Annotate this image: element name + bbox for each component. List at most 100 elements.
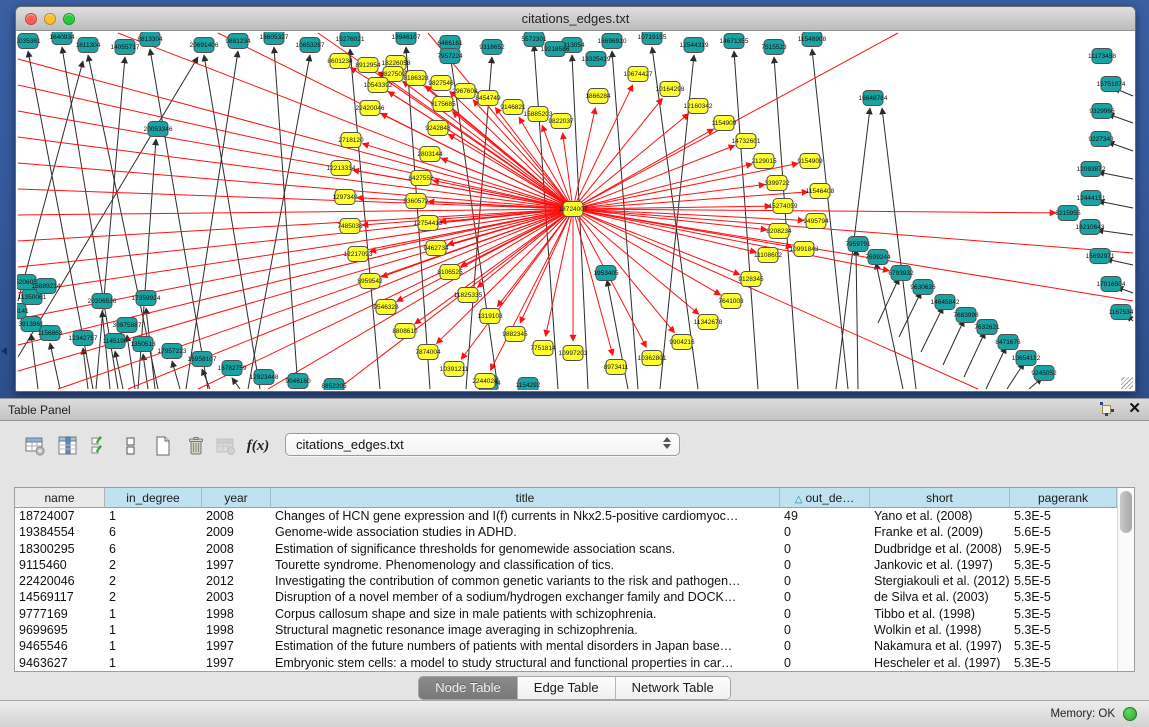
table-cell[interactable]: de Silva et al. (2003) — [870, 589, 1010, 605]
table-cell[interactable]: 0 — [780, 655, 870, 671]
table-cell[interactable]: 0 — [780, 541, 870, 557]
network-canvas[interactable]: 2035361164093418113041405571788133042069… — [17, 32, 1134, 390]
network-node[interactable]: 9630626 — [910, 280, 936, 295]
network-node[interactable]: 8215955 — [1055, 206, 1081, 221]
float-panel-icon[interactable] — [1100, 402, 1114, 416]
network-node[interactable]: 13325419 — [582, 52, 611, 67]
network-node-selected[interactable]: 8427552 — [408, 171, 434, 186]
network-node[interactable]: 10654112 — [1012, 351, 1041, 366]
network-node[interactable]: 8852205 — [321, 379, 347, 391]
network-node[interactable]: 20053346 — [144, 122, 173, 137]
network-node-selected[interactable]: 10391211 — [440, 362, 469, 377]
table-cell[interactable]: Hescheler et al. (1997) — [870, 655, 1010, 671]
table-row[interactable]: 977716911998Corpus callosum shape and si… — [15, 606, 1117, 622]
network-node-selected[interactable]: 7641003 — [718, 294, 744, 309]
table-cell[interactable]: Jankovic et al. (1997) — [870, 557, 1010, 573]
network-node[interactable]: 10653287 — [296, 38, 325, 53]
network-node[interactable]: 12444151 — [1077, 191, 1106, 206]
network-node-selected[interactable]: 10164298 — [656, 82, 685, 97]
network-node[interactable]: 15889234 — [32, 279, 61, 294]
network-node[interactable]: 17359924 — [132, 291, 161, 306]
tab-network-table[interactable]: Network Table — [616, 677, 730, 699]
network-node-selected[interactable]: 2718120 — [338, 133, 364, 148]
network-node-selected[interactable]: 11546408 — [806, 184, 835, 199]
network-node[interactable]: 9046160 — [285, 374, 311, 389]
network-node[interactable]: 9318652 — [479, 40, 505, 55]
table-cell[interactable]: 6 — [105, 541, 202, 557]
network-node[interactable]: 10719155 — [638, 32, 667, 45]
network-node-selected[interactable]: 9242848 — [425, 121, 451, 136]
network-node[interactable]: 20206536 — [88, 294, 117, 309]
network-node-selected[interactable]: 12213334 — [327, 161, 356, 176]
network-node[interactable]: 1156863 — [38, 326, 63, 341]
table-cell[interactable]: 0 — [780, 638, 870, 654]
table-row[interactable]: 946362711997Embryonic stem cells: a mode… — [15, 655, 1117, 671]
table-cell[interactable]: 1998 — [202, 606, 271, 622]
network-node[interactable]: 12093872 — [1077, 162, 1106, 177]
network-node[interactable]: 16648784 — [859, 91, 888, 106]
table-cell[interactable]: 18724007 — [15, 508, 105, 524]
network-node-selected[interactable]: 8973411 — [604, 360, 629, 375]
network-window-titlebar[interactable]: citations_edges.txt — [16, 7, 1135, 31]
function-builder-icon[interactable]: f(x) — [243, 431, 273, 461]
table-row[interactable]: 2242004622012Investigating the contribut… — [15, 573, 1117, 589]
network-node[interactable]: 1953405 — [593, 266, 619, 281]
table-cell[interactable]: 0 — [780, 573, 870, 589]
network-node[interactable]: 16210643 — [1076, 220, 1105, 235]
network-node[interactable]: 14645842 — [931, 295, 960, 310]
network-node[interactable]: 7515523 — [761, 40, 787, 55]
table-scrollbar-thumb[interactable] — [1120, 491, 1132, 533]
table-cell[interactable]: 1 — [105, 622, 202, 638]
table-cell[interactable]: 22420046 — [15, 573, 105, 589]
network-node[interactable]: 1811304 — [76, 38, 101, 53]
column-header-pagerank[interactable]: pagerank — [1010, 488, 1117, 507]
table-cell[interactable]: 6 — [105, 524, 202, 540]
table-cell[interactable]: Dudbridge et al. (2008) — [870, 541, 1010, 557]
table-cell[interactable]: 5.3E-5 — [1010, 589, 1117, 605]
table-row[interactable]: 1872400712008Changes of HCN gene express… — [15, 508, 1117, 524]
table-cell[interactable]: 9699695 — [15, 622, 105, 638]
column-header-in_degree[interactable]: in_degree — [105, 488, 202, 507]
network-node[interactable]: 16782759 — [218, 361, 247, 376]
network-node[interactable]: 11548908 — [798, 32, 827, 47]
table-cell[interactable]: 2 — [105, 557, 202, 573]
network-node-selected[interactable]: 1319103 — [477, 309, 503, 324]
network-node[interactable]: 7957224 — [437, 49, 463, 64]
network-view-window[interactable]: citations_edges.txt 20353611640934181130… — [15, 6, 1136, 392]
panel-collapse-arrow-icon[interactable] — [1, 347, 7, 355]
window-resize-grip[interactable] — [1121, 377, 1133, 389]
network-node[interactable]: 16605327 — [260, 32, 289, 45]
close-panel-icon[interactable]: ✕ — [1128, 402, 1141, 416]
select-rows-icon[interactable] — [86, 431, 116, 461]
table-cell[interactable]: 0 — [780, 589, 870, 605]
network-node-selected[interactable]: 8208234 — [766, 224, 792, 239]
network-node-selected[interactable]: 9827546 — [428, 76, 454, 91]
table-cell[interactable]: Structural magnetic resonance image aver… — [271, 622, 780, 638]
table-cell[interactable]: 2003 — [202, 589, 271, 605]
network-node-selected[interactable]: 11825335 — [454, 288, 483, 303]
network-node-selected[interactable]: 14732601 — [732, 134, 761, 149]
column-header-out_de[interactable]: △out_de… — [780, 488, 870, 507]
network-node[interactable]: 7683998 — [953, 308, 979, 323]
table-cell[interactable]: 5.3E-5 — [1010, 655, 1117, 671]
network-node-selected[interactable]: 12160342 — [684, 99, 713, 114]
table-cell[interactable]: Estimation of significance thresholds fo… — [271, 541, 780, 557]
table-cell[interactable]: 2008 — [202, 508, 271, 524]
network-node-selected[interactable]: 9175685 — [430, 97, 456, 112]
table-cell[interactable]: 5.3E-5 — [1010, 557, 1117, 573]
table-cell[interactable]: 0 — [780, 557, 870, 573]
table-cell[interactable]: Genome-wide association studies in ADHD. — [271, 524, 780, 540]
network-node[interactable]: 1640934 — [49, 32, 75, 45]
table-cell[interactable]: 1 — [105, 508, 202, 524]
network-node-selected[interactable]: 8106525 — [437, 265, 463, 280]
table-cell[interactable]: 5.3E-5 — [1010, 508, 1117, 524]
network-node-selected[interactable]: 9822037 — [548, 114, 574, 129]
network-node-selected[interactable]: 1154909 — [712, 116, 737, 131]
column-header-short[interactable]: short — [870, 488, 1010, 507]
network-node[interactable]: 9227343 — [1088, 132, 1114, 147]
network-node[interactable]: 15751074 — [1097, 77, 1126, 92]
row-height-icon[interactable] — [116, 431, 146, 461]
table-cell[interactable]: Corpus callosum shape and size in male p… — [271, 606, 780, 622]
network-node-selected[interactable]: 11108602 — [754, 248, 782, 263]
network-node[interactable]: 15276021 — [336, 32, 365, 47]
